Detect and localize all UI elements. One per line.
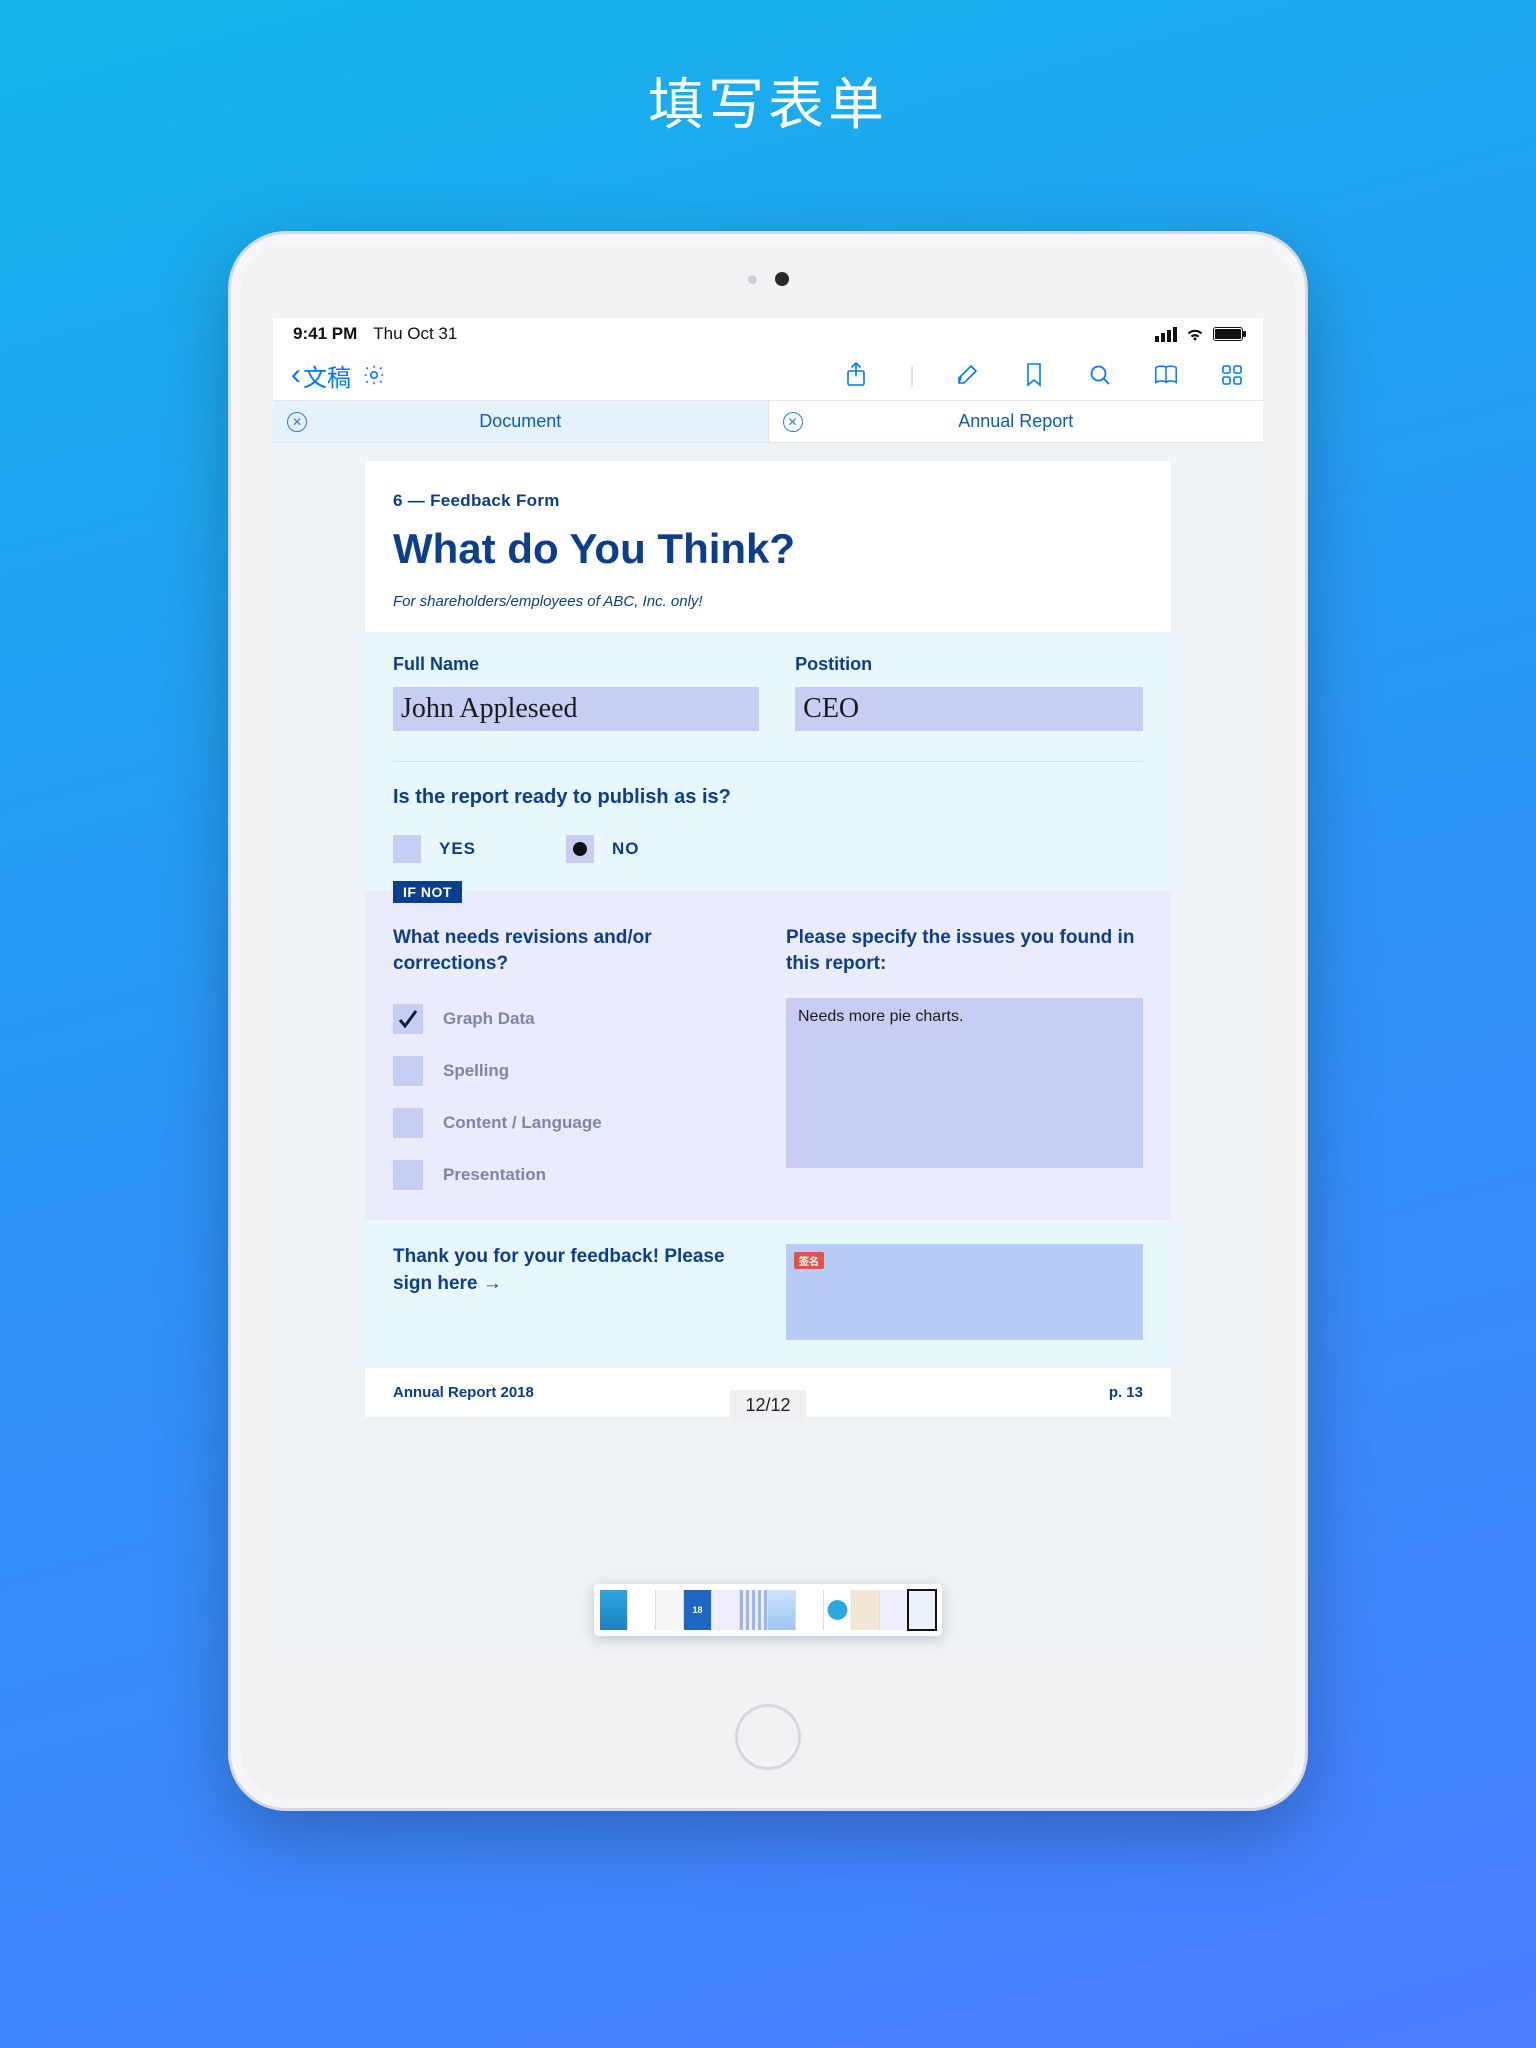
issues-textarea[interactable]: Needs more pie charts.	[786, 998, 1143, 1168]
document-viewport[interactable]: 6 — Feedback Form What do You Think? For…	[273, 443, 1263, 1650]
footer-page-label: p. 13	[1109, 1384, 1143, 1401]
tab-document[interactable]: ✕ Document	[273, 401, 769, 443]
device-screen: 9:41 PM Thu Oct 31 ‹ 文稿	[273, 318, 1263, 1650]
page-thumbnail[interactable]	[852, 1590, 880, 1630]
position-label: Postition	[795, 654, 1143, 675]
radio-no[interactable]: NO	[566, 835, 640, 863]
settings-gear-icon[interactable]	[361, 362, 387, 388]
promo-title: 填写表单	[648, 60, 888, 141]
check-presentation[interactable]: Presentation	[393, 1160, 750, 1190]
home-button[interactable]	[735, 1704, 801, 1770]
check-content-language[interactable]: Content / Language	[393, 1108, 750, 1138]
page-thumbnail[interactable]	[768, 1590, 796, 1630]
cellular-icon	[1155, 327, 1177, 342]
form-section-signature: Thank you for your feedback! Please sign…	[365, 1220, 1171, 1368]
revision-checklist: Graph Data Spelling Content / Language	[393, 1004, 750, 1190]
radio-yes[interactable]: YES	[393, 835, 476, 863]
wifi-icon	[1185, 327, 1205, 342]
publish-question: Is the report ready to publish as is?	[393, 786, 1143, 809]
signature-field[interactable]: 签名	[786, 1244, 1143, 1340]
position-field[interactable]: CEO	[795, 687, 1143, 731]
page-thumbnail[interactable]	[656, 1590, 684, 1630]
document-page: 6 — Feedback Form What do You Think? For…	[365, 461, 1171, 1417]
battery-icon	[1213, 327, 1243, 341]
tab-label: Document	[479, 411, 561, 432]
checkbox-icon	[393, 1108, 423, 1138]
search-icon[interactable]	[1087, 362, 1113, 388]
section-breadcrumb: 6 — Feedback Form	[393, 491, 1143, 511]
page-thumbnail[interactable]	[712, 1590, 740, 1630]
page-indicator[interactable]: 12/12	[729, 1390, 806, 1421]
radio-box-icon	[393, 835, 421, 863]
close-tab-icon[interactable]: ✕	[783, 412, 803, 432]
check-label: Spelling	[443, 1061, 509, 1081]
radio-yes-label: YES	[439, 839, 476, 859]
bookmark-icon[interactable]	[1021, 362, 1047, 388]
camera-cluster	[748, 272, 789, 286]
check-spelling[interactable]: Spelling	[393, 1056, 750, 1086]
document-tabs: ✕ Document ✕ Annual Report	[273, 400, 1263, 443]
footer-doc-title: Annual Report 2018	[393, 1384, 534, 1401]
page-title: What do You Think?	[393, 525, 1143, 573]
status-bar: 9:41 PM Thu Oct 31	[273, 318, 1263, 350]
checkbox-icon	[393, 1160, 423, 1190]
tab-label: Annual Report	[958, 411, 1073, 432]
thumbnail-strip[interactable]: 18	[594, 1584, 942, 1636]
full-name-field[interactable]: John Appleseed	[393, 687, 759, 731]
status-time: 9:41 PM	[293, 324, 357, 344]
if-not-badge: IF NOT	[393, 881, 462, 903]
form-section-revisions: What needs revisions and/or corrections?…	[365, 891, 1171, 1220]
toolbar: ‹ 文稿 |	[273, 350, 1263, 400]
device-frame: 9:41 PM Thu Oct 31 ‹ 文稿	[228, 231, 1308, 1811]
book-open-icon[interactable]	[1153, 362, 1179, 388]
checkbox-icon	[393, 1056, 423, 1086]
tab-annual-report[interactable]: ✕ Annual Report	[769, 401, 1264, 443]
back-button[interactable]: ‹ 文稿	[291, 358, 351, 393]
page-thumbnail[interactable]	[628, 1590, 656, 1630]
page-thumbnail[interactable]	[824, 1590, 852, 1630]
check-label: Graph Data	[443, 1009, 535, 1029]
page-thumbnail-current[interactable]	[908, 1590, 936, 1630]
page-subtitle: For shareholders/employees of ABC, Inc. …	[393, 593, 1143, 610]
page-footer: Annual Report 2018 p. 13 12/12	[365, 1368, 1171, 1417]
chevron-left-icon: ‹	[291, 360, 301, 390]
page-thumbnail[interactable]	[740, 1590, 768, 1630]
form-section-identity: Full Name John Appleseed Postition CEO I…	[365, 632, 1171, 891]
page-thumbnail[interactable]: 18	[684, 1590, 712, 1630]
radio-box-checked-icon	[566, 835, 594, 863]
grid-thumbnails-icon[interactable]	[1219, 362, 1245, 388]
share-icon[interactable]	[843, 362, 869, 388]
thanks-text: Thank you for your feedback! Please sign…	[393, 1244, 750, 1297]
page-thumbnail[interactable]	[880, 1590, 908, 1630]
page-thumbnail[interactable]	[600, 1590, 628, 1630]
revisions-question: What needs revisions and/or corrections?	[393, 925, 750, 976]
edit-pencil-icon[interactable]	[955, 362, 981, 388]
status-date: Thu Oct 31	[373, 324, 457, 344]
close-tab-icon[interactable]: ✕	[287, 412, 307, 432]
radio-no-label: NO	[612, 839, 640, 859]
issues-question: Please specify the issues you found in t…	[786, 925, 1143, 976]
check-graph-data[interactable]: Graph Data	[393, 1004, 750, 1034]
back-label: 文稿	[303, 358, 351, 393]
signature-badge: 签名	[794, 1252, 824, 1269]
check-label: Content / Language	[443, 1113, 602, 1133]
toolbar-separator: |	[909, 362, 915, 388]
full-name-label: Full Name	[393, 654, 759, 675]
check-label: Presentation	[443, 1165, 546, 1185]
checkbox-checked-icon	[393, 1004, 423, 1034]
page-thumbnail[interactable]	[796, 1590, 824, 1630]
